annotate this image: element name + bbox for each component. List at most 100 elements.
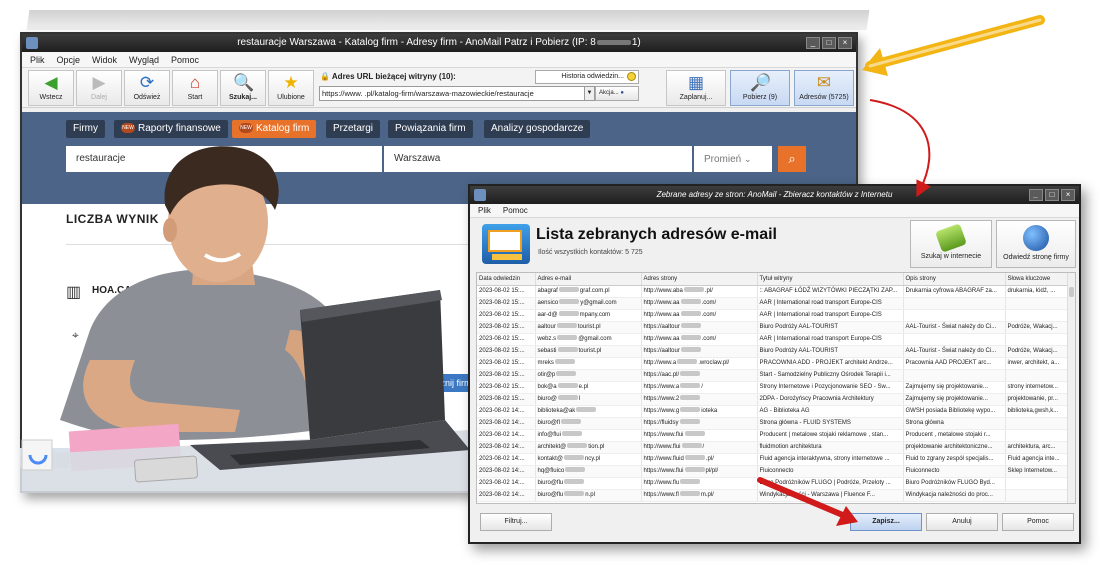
forward-button[interactable]: ▶ Dalej	[76, 70, 122, 106]
table-row[interactable]: 2023-08-02 14:... biuro@fl https://fluidsy…	[477, 417, 1068, 430]
menu-widok[interactable]: Widok	[92, 52, 117, 67]
search-where-input[interactable]: Warszawa	[384, 146, 692, 172]
close-icon[interactable]: ×	[838, 37, 852, 49]
table-row[interactable]: 2023-08-02 15:... biuro@ l https://www.2 2DP…	[477, 393, 1068, 406]
table-row[interactable]: 2023-08-02 15:... bok@a e.pl https://www.a /…	[477, 381, 1068, 394]
cell-keywords	[1005, 429, 1068, 442]
col-keywords[interactable]: Słowa kluczowe	[1005, 273, 1068, 286]
minimize-icon[interactable]: _	[806, 37, 820, 49]
cell-date: 2023-08-02 14:...	[477, 405, 536, 418]
sub-titlebar: Zebrane adresy ze stron: AnoMail - Zbier…	[470, 186, 1079, 204]
cell-date: 2023-08-02 14:...	[477, 477, 536, 490]
cell-url: http://www.aa .com/	[641, 297, 758, 310]
tab-analizy[interactable]: Analizy gospodarcze	[484, 120, 591, 138]
table-row[interactable]: 2023-08-02 14:... hq@fluico https://www.fl…	[477, 465, 1068, 478]
calendar-icon: ▦	[687, 73, 705, 92]
cell-keywords: architektura, arc...	[1005, 441, 1068, 454]
col-title[interactable]: Tytuł witryny	[757, 273, 904, 286]
table-scrollbar[interactable]	[1067, 273, 1075, 503]
redacted-text	[684, 455, 705, 461]
sub-menu-pomoc[interactable]: Pomoc	[503, 204, 528, 217]
col-email[interactable]: Adres e-mail	[535, 273, 642, 286]
help-button[interactable]: Pomoc	[1002, 513, 1074, 531]
collected-emails-window: Zebrane adresy ze stron: AnoMail - Zbier…	[468, 184, 1081, 544]
cell-title: Biuro Podróży AAL-TOURIST	[757, 345, 904, 358]
sub-close-icon[interactable]: ×	[1061, 189, 1075, 201]
url-input[interactable]: https://www. .pl/katalog-firm/warszawa-m…	[319, 86, 585, 101]
col-description[interactable]: Opis strony	[903, 273, 1006, 286]
url-dropdown-icon[interactable]: ▼	[584, 86, 595, 101]
addresses-button[interactable]: ✉ Adresów (5725)	[794, 70, 854, 106]
search-button[interactable]: 🔍 Szukaj...	[220, 70, 266, 106]
visit-company-button[interactable]: Odwiedź stronę firmy	[996, 220, 1076, 268]
menu-wyglad[interactable]: Wygląd	[129, 52, 159, 67]
table-row[interactable]: 2023-08-02 15:... sebasti tourist.pl https:…	[477, 345, 1068, 358]
tab-przetargi[interactable]: Przetargi	[326, 120, 381, 138]
highlight-button[interactable]: yróżnij firm	[426, 374, 474, 392]
table-row[interactable]: 2023-08-02 14:... architekt@ tion.pl http:/…	[477, 441, 1068, 454]
redacted-text	[684, 467, 705, 473]
sub-menu-plik[interactable]: Plik	[478, 204, 491, 217]
contacts-count: Ilość wszystkich kontaktów: 5 725	[538, 249, 643, 256]
col-url[interactable]: Adres strony	[641, 273, 758, 286]
col-date[interactable]: Data odwiedzin	[477, 273, 536, 286]
tab-raporty[interactable]: NEW Raporty finansowe	[114, 120, 228, 138]
table-row[interactable]: 2023-08-02 14:... biblioteka@ak https://ww…	[477, 405, 1068, 418]
update-button[interactable]: Aktua	[334, 374, 370, 392]
tab-powiazania[interactable]: Powiązania firm	[388, 120, 473, 138]
chevron-down-icon: ⌄	[744, 154, 752, 164]
cell-email: kontakt@ ncy.pl	[535, 453, 642, 466]
cell-description: Zajmujemy się projektowanie...	[903, 381, 1006, 394]
cell-url: http://www.aba .pl/	[641, 285, 758, 298]
cell-keywords	[1005, 333, 1068, 346]
radius-select[interactable]: Promień ⌄	[694, 146, 772, 172]
table-row[interactable]: 2023-08-02 14:... biuro@flu n.pl https://ww…	[477, 489, 1068, 502]
sub-maximize-icon[interactable]: □	[1045, 189, 1059, 201]
menu-pomoc[interactable]: Pomoc	[171, 52, 199, 67]
table-row[interactable]: 2023-08-02 15:... aensico y@gmail.com http:…	[477, 297, 1068, 310]
cell-title: Fluid agencja interaktywna, strony inter…	[757, 453, 904, 466]
redacted-text	[557, 383, 578, 389]
maximize-icon[interactable]: □	[822, 37, 836, 49]
plan-button[interactable]: ▦ Zaplanuj...	[666, 70, 726, 106]
back-button[interactable]: ◀ Wstecz	[28, 70, 74, 106]
refresh-button[interactable]: ⟳ Odśwież	[124, 70, 170, 106]
search-internet-button[interactable]: Szukaj w internecie	[910, 220, 992, 268]
cell-email: info@flui	[535, 429, 642, 442]
search-submit-icon[interactable]: ⌕	[778, 146, 806, 172]
download-button[interactable]: 🔎 Pobierz (9)	[730, 70, 790, 106]
cell-url: http://www.flu	[641, 477, 758, 490]
table-row[interactable]: 2023-08-02 15:... aar-d@ mpany.com http://w…	[477, 309, 1068, 322]
company-email: baraleksander@	[314, 330, 381, 340]
action-button[interactable]: Akcja... ●	[595, 86, 639, 101]
cancel-button[interactable]: Anuluj	[926, 513, 998, 531]
cell-description: Strona główna	[903, 417, 1006, 430]
favorites-button[interactable]: ★ Ulubione	[268, 70, 314, 106]
emails-table[interactable]: Data odwiedzin Adres e-mail Adres strony…	[476, 272, 1076, 504]
sub-minimize-icon[interactable]: _	[1029, 189, 1043, 201]
filter-button[interactable]: Filtruj...	[480, 513, 552, 531]
table-row[interactable]: 2023-08-02 15:... aaltour tourist.pl https:…	[477, 321, 1068, 334]
redacted-text	[564, 479, 585, 485]
tab-katalog-firm[interactable]: NEW Katalog firm	[232, 120, 317, 138]
menu-opcje[interactable]: Opcje	[57, 52, 81, 67]
table-row[interactable]: 2023-08-02 14:... kontakt@ ncy.pl http://ww…	[477, 453, 1068, 466]
cell-url: https://www.flui	[641, 429, 758, 442]
table-row[interactable]: 2023-08-02 15:... otir@p https://aac.pl/St…	[477, 369, 1068, 382]
menu-plik[interactable]: Plik	[30, 52, 45, 67]
history-button[interactable]: Historia odwiedzin...	[535, 70, 639, 84]
table-row[interactable]: 2023-08-02 14:... info@flui https://www.fl…	[477, 429, 1068, 442]
redacted-text	[556, 323, 577, 329]
tab-firmy[interactable]: Firmy	[66, 120, 105, 138]
cell-title: Strony Internetowe i Pozycjonowanie SEO …	[757, 381, 904, 394]
search-what-input[interactable]: restauracje	[66, 146, 382, 172]
table-row[interactable]: 2023-08-02 14:... biuro@flu http://www.flu…	[477, 477, 1068, 490]
table-row[interactable]: 2023-08-02 15:... mreks http://www.a .wrocl…	[477, 357, 1068, 370]
cell-description: GWSH posiada Bibliotekę wypo...	[903, 405, 1006, 418]
table-row[interactable]: 2023-08-02 15:... abagraf graf.com.pl http:…	[477, 285, 1068, 298]
cell-keywords	[1005, 489, 1068, 502]
save-button[interactable]: Zapisz...	[850, 513, 922, 531]
cell-date: 2023-08-02 15:...	[477, 369, 536, 382]
table-row[interactable]: 2023-08-02 15:... webz.s @gmail.com http://…	[477, 333, 1068, 346]
home-button[interactable]: ⌂ Start	[172, 70, 218, 106]
